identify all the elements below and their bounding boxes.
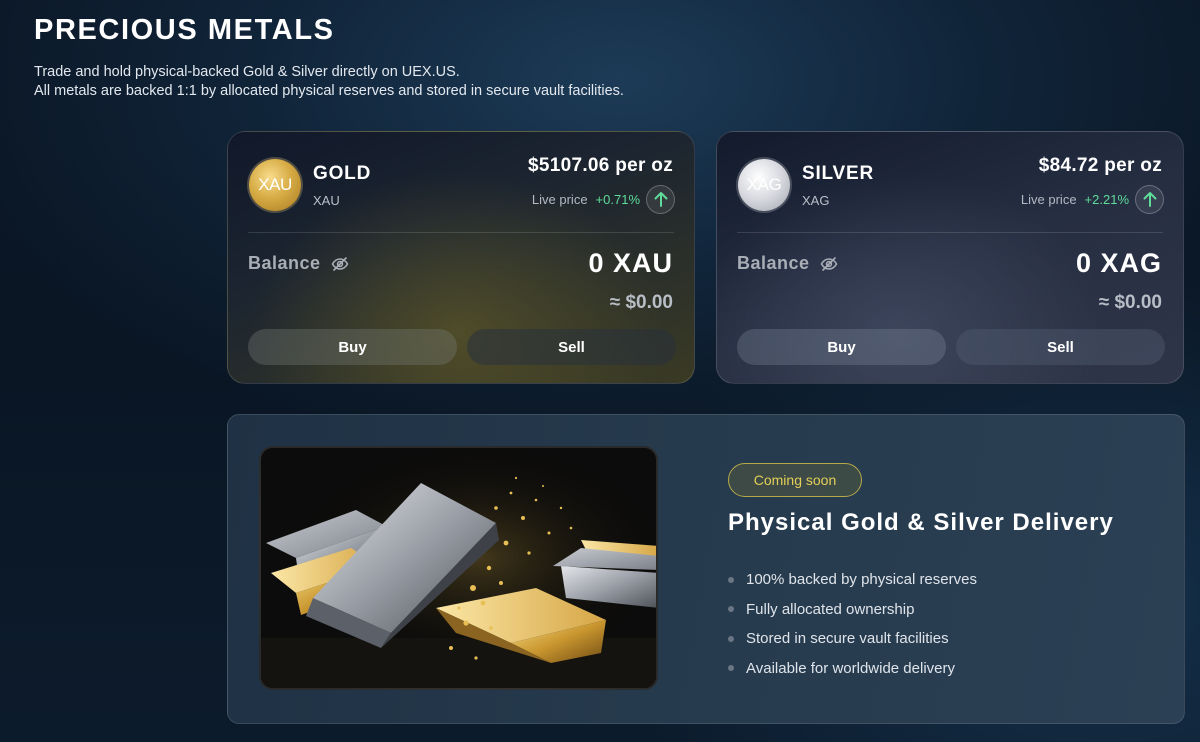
gold-live-price-row: Live price +0.71% xyxy=(531,184,675,214)
metal-bars-image xyxy=(259,446,658,690)
page-title: PRECIOUS METALS xyxy=(34,14,335,46)
bullet-icon xyxy=(728,576,734,583)
gold-price: $5107.06 per oz xyxy=(528,155,673,176)
silver-buy-button[interactable]: Buy xyxy=(737,329,946,365)
silver-balance-amount: 0 XAG xyxy=(1075,248,1162,278)
eye-off-icon[interactable] xyxy=(331,255,349,273)
physical-delivery-panel: Coming soon Physical Gold & Silver Deliv… xyxy=(227,414,1185,724)
bullet-icon xyxy=(728,665,734,672)
gold-buy-button[interactable]: Buy xyxy=(248,329,457,365)
divider xyxy=(737,232,1163,233)
eye-off-icon[interactable] xyxy=(820,255,838,273)
subtitle-line-1: Trade and hold physical-backed Gold & Si… xyxy=(34,64,460,80)
feature-text: Fully allocated ownership xyxy=(746,600,915,618)
silver-balance-label: Balance xyxy=(737,253,838,274)
silver-card: XAG SILVER XAG $84.72 per oz Live price … xyxy=(716,131,1184,384)
arrow-up-icon xyxy=(646,184,675,214)
live-price-label: Live price xyxy=(1020,191,1077,207)
feature-item: Stored in secure vault facilities xyxy=(728,624,977,654)
divider xyxy=(248,232,674,233)
silver-balance-usd: ≈ $0.00 xyxy=(1098,292,1162,313)
gold-card: XAU GOLD XAU $5107.06 per oz Live price … xyxy=(227,131,695,384)
gold-price-change: +0.71% xyxy=(595,191,640,207)
silver-name: SILVER xyxy=(802,163,875,184)
silver-code: XAG xyxy=(802,193,830,208)
balance-label-text: Balance xyxy=(248,253,321,273)
gold-code: XAU xyxy=(313,193,340,208)
page-subtitle: Trade and hold physical-backed Gold & Si… xyxy=(34,63,624,100)
feature-text: Available for worldwide delivery xyxy=(746,659,955,677)
silver-price: $84.72 per oz xyxy=(1038,155,1162,176)
live-price-label: Live price xyxy=(531,191,588,207)
bullet-icon xyxy=(728,635,734,642)
gold-balance-usd: ≈ $0.00 xyxy=(609,292,673,313)
feature-item: Fully allocated ownership xyxy=(728,595,977,625)
silver-coin-icon: XAG xyxy=(738,159,790,211)
feature-text: Stored in secure vault facilities xyxy=(746,630,949,648)
delivery-title: Physical Gold & Silver Delivery xyxy=(728,509,1114,536)
silver-live-price-row: Live price +2.21% xyxy=(1020,184,1164,214)
feature-list: 100% backed by physical reserves Fully a… xyxy=(728,565,977,683)
silver-price-change: +2.21% xyxy=(1084,191,1129,207)
feature-item: 100% backed by physical reserves xyxy=(728,565,977,595)
silver-sell-button[interactable]: Sell xyxy=(956,329,1165,365)
bullet-icon xyxy=(728,606,734,613)
feature-text: 100% backed by physical reserves xyxy=(746,571,977,589)
gold-sell-button[interactable]: Sell xyxy=(467,329,676,365)
arrow-up-icon xyxy=(1135,184,1164,214)
gold-balance-label: Balance xyxy=(248,253,349,274)
gold-balance-amount: 0 XAU xyxy=(588,248,673,278)
gold-name: GOLD xyxy=(313,163,372,184)
gold-coin-icon: XAU xyxy=(249,159,301,211)
subtitle-line-2: All metals are backed 1:1 by allocated p… xyxy=(34,82,624,99)
balance-label-text: Balance xyxy=(737,253,810,273)
coming-soon-badge: Coming soon xyxy=(728,463,862,497)
feature-item: Available for worldwide delivery xyxy=(728,654,977,684)
